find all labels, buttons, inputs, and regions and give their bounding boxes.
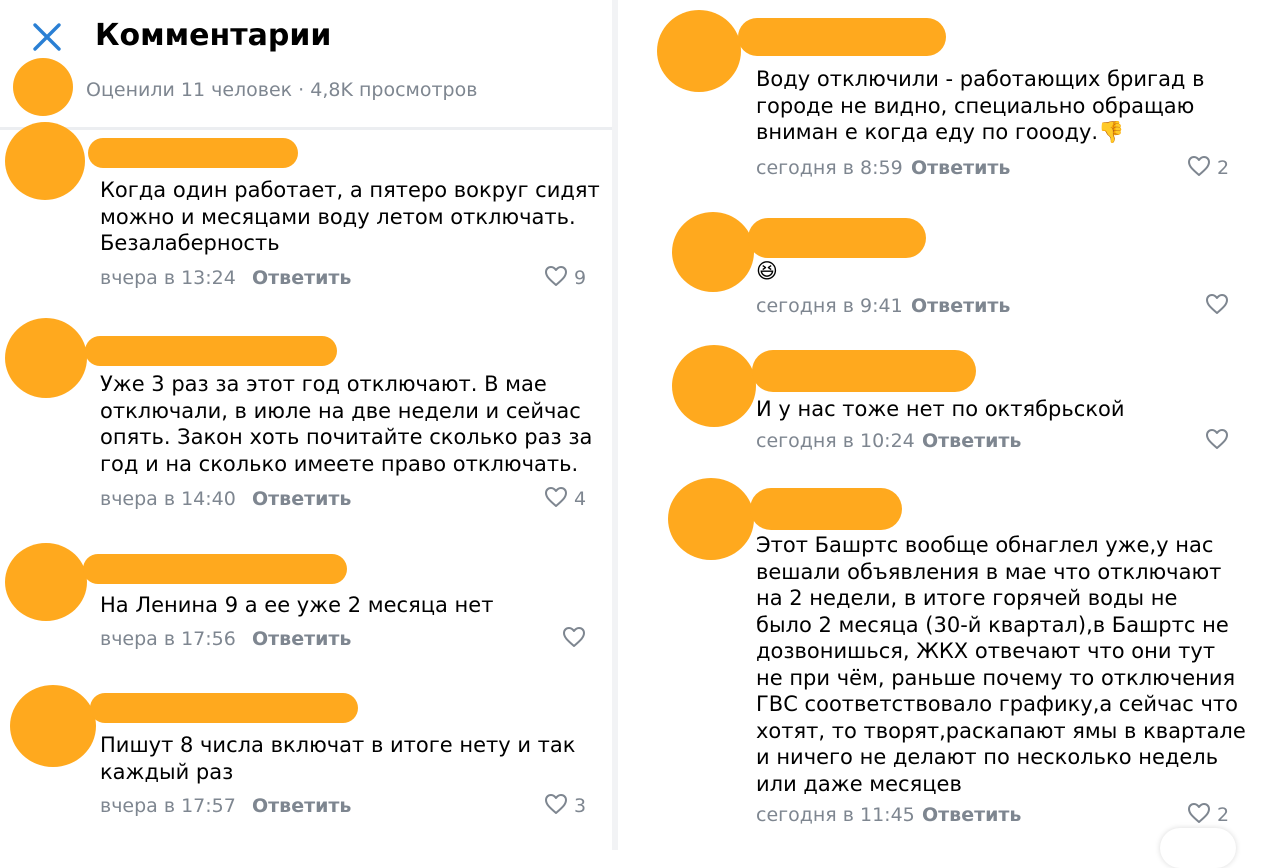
author-name-redacted[interactable] xyxy=(738,18,946,56)
thumbs-down-emoji: 👎 xyxy=(1098,120,1125,144)
heart-icon xyxy=(544,486,568,513)
author-name-redacted[interactable] xyxy=(752,350,976,392)
avatar[interactable] xyxy=(668,478,754,560)
author-name-redacted[interactable] xyxy=(90,693,358,723)
avatar[interactable] xyxy=(5,318,87,398)
like-count: 2 xyxy=(1217,804,1230,826)
comment-text: Этот Башртс вообще обнаглел уже,у нас ве… xyxy=(756,533,1246,796)
comment-text-body: Воду отключили - работающих бригад в гор… xyxy=(756,67,1205,144)
like-count: 4 xyxy=(574,488,587,510)
reply-button[interactable]: Ответить xyxy=(922,429,1021,453)
panel-divider xyxy=(612,0,618,850)
comment-text: 😆 xyxy=(756,258,1246,285)
like-button[interactable]: 4 xyxy=(544,486,587,513)
heart-icon xyxy=(562,626,586,653)
like-count: 9 xyxy=(574,267,587,289)
like-button[interactable]: 2 xyxy=(1187,155,1230,182)
comment-text: На Ленина 9 а ее уже 2 месяца нет xyxy=(100,593,494,617)
comment-time[interactable]: сегодня в 11:45 xyxy=(756,803,915,827)
comment-time[interactable]: вчера в 14:40 xyxy=(100,487,236,511)
heart-icon xyxy=(1205,428,1229,455)
comment-text: Пишут 8 числа включат в итоге нету и так… xyxy=(100,733,576,784)
comment-text: Когда один работает, а пятеро вокруг сид… xyxy=(100,178,600,255)
scroll-to-bottom-button[interactable] xyxy=(1160,828,1236,868)
avatar[interactable] xyxy=(672,212,754,292)
heart-icon xyxy=(1205,293,1229,320)
header-divider xyxy=(0,127,612,130)
author-name-redacted[interactable] xyxy=(85,336,337,366)
reply-button[interactable]: Ответить xyxy=(252,487,351,511)
comment-text: Воду отключили - работающих бригад в гор… xyxy=(756,66,1246,146)
avatar xyxy=(13,58,73,116)
heart-icon xyxy=(1187,155,1211,182)
comment-time[interactable]: вчера в 17:57 xyxy=(100,794,236,818)
like-button[interactable]: 3 xyxy=(544,793,587,820)
reply-button[interactable]: Ответить xyxy=(252,794,351,818)
author-name-redacted[interactable] xyxy=(88,138,298,168)
reply-button[interactable]: Ответить xyxy=(911,156,1010,180)
reply-button[interactable]: Ответить xyxy=(911,294,1010,318)
like-button[interactable] xyxy=(1205,293,1235,320)
avatar[interactable] xyxy=(657,10,741,92)
avatar[interactable] xyxy=(5,122,85,200)
page-title: Комментарии xyxy=(95,18,332,53)
comment-time[interactable]: вчера в 13:24 xyxy=(100,266,236,290)
avatar[interactable] xyxy=(672,345,756,427)
like-button[interactable]: 9 xyxy=(544,265,587,292)
like-button[interactable]: 2 xyxy=(1187,802,1230,829)
avatar[interactable] xyxy=(10,685,96,767)
heart-icon xyxy=(544,265,568,292)
close-icon[interactable] xyxy=(30,20,64,54)
heart-icon xyxy=(1187,802,1211,829)
comment-text: Уже 3 раз за этот год отключают. В мае о… xyxy=(100,372,593,476)
author-name-redacted[interactable] xyxy=(83,554,347,584)
like-count: 2 xyxy=(1217,157,1230,179)
comment-time[interactable]: вчера в 17:56 xyxy=(100,627,236,651)
reply-button[interactable]: Ответить xyxy=(252,627,351,651)
comment-time[interactable]: сегодня в 10:24 xyxy=(756,429,915,453)
heart-icon xyxy=(544,793,568,820)
like-button[interactable] xyxy=(562,626,592,653)
reply-button[interactable]: Ответить xyxy=(922,803,1021,827)
reply-button[interactable]: Ответить xyxy=(252,266,351,290)
comment-time[interactable]: сегодня в 8:59 xyxy=(756,156,903,180)
avatar[interactable] xyxy=(5,543,87,621)
like-count: 3 xyxy=(574,795,587,817)
comment-text: И у нас тоже нет по октябрьской xyxy=(756,397,1125,421)
like-button[interactable] xyxy=(1205,428,1235,455)
laughing-emoji: 😆 xyxy=(756,259,778,283)
author-name-redacted[interactable] xyxy=(748,218,926,258)
comment-time[interactable]: сегодня в 9:41 xyxy=(756,294,903,318)
author-name-redacted[interactable] xyxy=(750,488,902,530)
post-stats: Оценили 11 человек · 4,8K просмотров xyxy=(86,79,478,101)
